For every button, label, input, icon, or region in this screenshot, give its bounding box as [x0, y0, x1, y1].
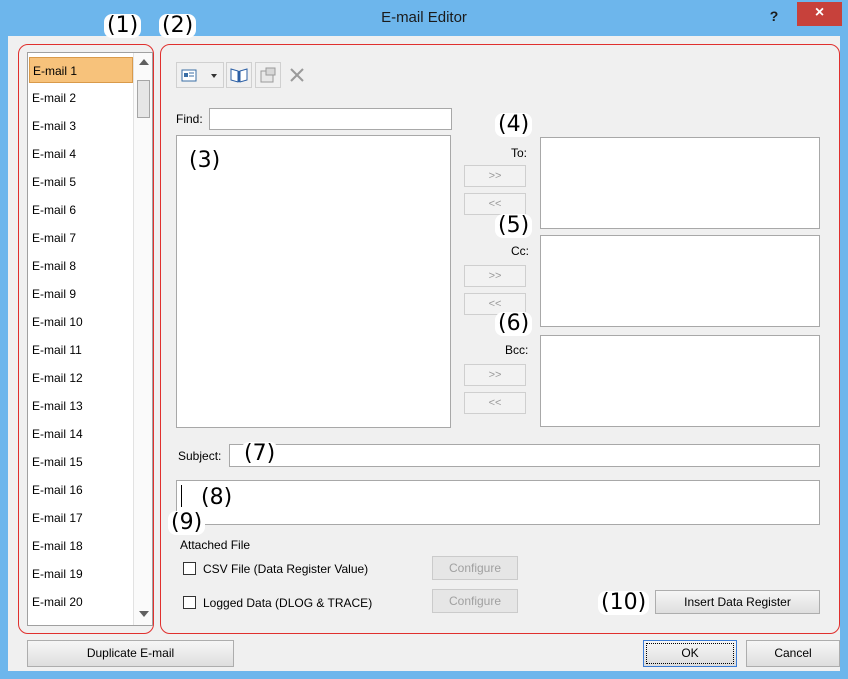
subject-input[interactable] [229, 444, 820, 467]
email-list-item[interactable]: E-mail 17 [29, 505, 133, 531]
address-book-view-button[interactable] [176, 62, 224, 88]
annotation-5: (5) [495, 214, 533, 238]
email-list-item[interactable]: E-mail 13 [29, 393, 133, 419]
cc-label: Cc: [511, 244, 529, 258]
email-list-item[interactable]: E-mail 10 [29, 309, 133, 335]
address-list[interactable] [176, 135, 451, 428]
csv-configure-button[interactable]: Configure [432, 556, 518, 580]
address-book-view-icon [181, 69, 217, 82]
insert-data-register-button[interactable]: Insert Data Register [655, 590, 820, 614]
delete-x-icon [290, 68, 304, 82]
annotation-7: (7) [241, 442, 279, 466]
book-icon [230, 68, 248, 83]
logged-data-checkbox[interactable] [183, 596, 196, 609]
duplicate-email-button[interactable]: Duplicate E-mail [27, 640, 234, 667]
csv-file-label: CSV File (Data Register Value) [203, 562, 369, 576]
email-list-item[interactable]: E-mail 16 [29, 477, 133, 503]
email-list-item[interactable]: E-mail 3 [29, 113, 133, 139]
annotation-10: (10) [598, 591, 650, 615]
to-label: To: [511, 146, 528, 160]
annotation-2: (2) [159, 14, 197, 38]
list-scrollbar[interactable] [133, 53, 152, 625]
to-add-button[interactable]: >> [464, 165, 526, 187]
book-button[interactable] [226, 62, 252, 88]
email-list-item[interactable]: E-mail 2 [29, 85, 133, 111]
cc-add-button[interactable]: >> [464, 265, 526, 287]
body-textarea[interactable] [176, 480, 820, 525]
to-remove-button[interactable]: << [464, 193, 526, 215]
email-list-item[interactable]: E-mail 6 [29, 197, 133, 223]
to-field[interactable] [540, 137, 820, 229]
annotation-3: (3) [186, 149, 224, 173]
subject-label: Subject: [178, 449, 222, 463]
email-list-item[interactable]: E-mail 20 [29, 589, 133, 615]
bcc-add-button[interactable]: >> [464, 364, 526, 386]
delete-button[interactable] [284, 62, 310, 88]
email-list-item[interactable]: E-mail 4 [29, 141, 133, 167]
email-list-item[interactable]: E-mail 18 [29, 533, 133, 559]
email-list-item[interactable]: E-mail 8 [29, 253, 133, 279]
email-list-item[interactable]: E-mail 12 [29, 365, 133, 391]
help-button[interactable]: ? [758, 6, 790, 28]
annotation-6: (6) [495, 312, 533, 336]
scroll-down-icon[interactable] [139, 611, 149, 617]
annotation-9: (9) [168, 511, 206, 535]
find-input[interactable] [209, 108, 452, 130]
email-list-item[interactable]: E-mail 15 [29, 449, 133, 475]
annotation-1: (1) [104, 14, 142, 38]
email-list-item[interactable]: E-mail 9 [29, 281, 133, 307]
email-list-item[interactable]: E-mail 19 [29, 561, 133, 587]
close-button[interactable]: × [797, 2, 842, 26]
scroll-thumb[interactable] [137, 80, 150, 118]
bcc-field[interactable] [540, 335, 820, 427]
annotation-8: (8) [198, 486, 236, 510]
annotation-4: (4) [495, 113, 533, 137]
logged-data-label: Logged Data (DLOG & TRACE) [203, 596, 373, 610]
ok-button-label: OK [646, 643, 734, 664]
attached-file-title: Attached File [180, 538, 251, 552]
text-caret [181, 485, 182, 507]
scroll-up-icon[interactable] [139, 59, 149, 65]
email-list: E-mail 1 E-mail 2 E-mail 3 E-mail 4 E-mail 5… [27, 52, 153, 626]
email-list-item[interactable]: E-mail 11 [29, 337, 133, 363]
bcc-label: Bcc: [505, 343, 529, 357]
properties-button[interactable] [255, 62, 281, 88]
ok-button[interactable]: OK [643, 640, 737, 667]
csv-file-checkbox[interactable] [183, 562, 196, 575]
email-list-item[interactable]: E-mail 14 [29, 421, 133, 447]
email-list-item[interactable]: E-mail 7 [29, 225, 133, 251]
dropdown-arrow-icon [211, 74, 217, 78]
email-list-item[interactable]: E-mail 1 [29, 57, 133, 83]
logged-configure-button[interactable]: Configure [432, 589, 518, 613]
email-list-item[interactable]: E-mail 5 [29, 169, 133, 195]
properties-icon [260, 67, 276, 83]
cc-field[interactable] [540, 235, 820, 327]
cancel-button[interactable]: Cancel [746, 640, 840, 667]
bcc-remove-button[interactable]: << [464, 392, 526, 414]
find-label: Find: [176, 112, 203, 126]
